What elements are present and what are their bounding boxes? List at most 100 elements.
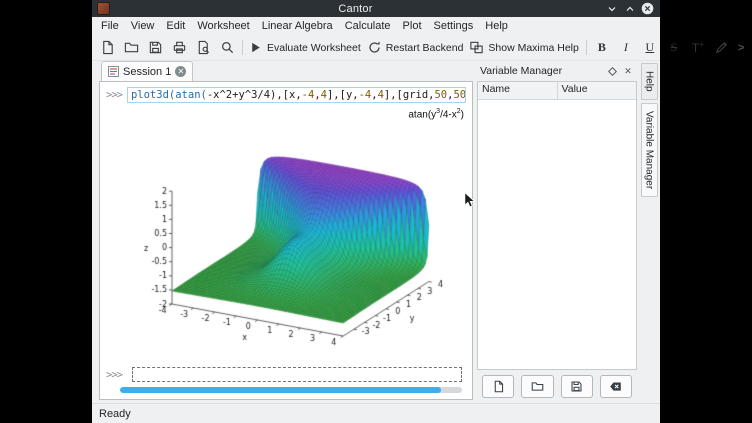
code-token: plot3d( xyxy=(131,89,175,101)
status-bar: Ready xyxy=(92,403,660,423)
code-token: [x, xyxy=(283,89,302,101)
strikethrough-icon: S xyxy=(665,40,682,55)
tab-help[interactable]: Help xyxy=(641,63,658,100)
bold-button[interactable]: B xyxy=(590,37,614,58)
plot-title: atan(y3/4-x2) xyxy=(408,108,464,120)
variable-manager-toolbar xyxy=(477,370,637,403)
menu-linear-algebra[interactable]: Linear Algebra xyxy=(256,19,339,33)
bold-icon: B xyxy=(593,40,610,55)
code-line[interactable]: plot3d(atan(-x^2+y^3/4),[x,-4,4],[y,-4,4… xyxy=(127,87,466,103)
vm-save-button[interactable] xyxy=(561,375,593,398)
plot-area: atan(y3/4-x2) xyxy=(126,106,466,358)
title-bar[interactable]: Cantor xyxy=(92,0,660,17)
new-button[interactable] xyxy=(95,37,119,58)
folder-icon xyxy=(124,40,139,55)
dock-header: Variable Manager ✕ xyxy=(477,61,637,81)
code-token: -x^2+y^3/4), xyxy=(207,89,283,101)
tab-variable-manager[interactable]: Variable Manager xyxy=(641,103,658,197)
code-token: -4 xyxy=(359,89,372,101)
variable-manager-panel: Variable Manager ✕ Name Value xyxy=(477,61,637,403)
superscript-button[interactable]: T+ xyxy=(686,37,710,58)
tab-bar: Session 1 ✕ xyxy=(99,61,473,81)
close-button[interactable] xyxy=(640,1,655,16)
show-maxima-help-button[interactable]: Show Maxima Help xyxy=(467,37,582,58)
show-maxima-help-label: Show Maxima Help xyxy=(488,42,580,54)
run-icon xyxy=(248,40,263,55)
code-token: 50 xyxy=(434,89,447,101)
dock-tab-strip: Help Variable Manager xyxy=(639,61,659,403)
zoom-button[interactable] xyxy=(215,37,239,58)
code-token: 50 xyxy=(453,89,466,101)
app-window: Cantor File View Edit Worksheet Linear A… xyxy=(92,0,660,423)
column-name[interactable]: Name xyxy=(478,82,558,99)
text-color-button[interactable] xyxy=(710,37,734,58)
variable-table: Name Value xyxy=(477,81,637,370)
toolbar-separator xyxy=(586,40,587,55)
menu-calculate[interactable]: Calculate xyxy=(339,19,397,33)
vm-clear-button[interactable] xyxy=(600,375,632,398)
surface-plot-canvas[interactable] xyxy=(126,106,466,358)
table-header: Name Value xyxy=(478,82,636,100)
minimize-button[interactable] xyxy=(604,1,619,16)
menu-worksheet[interactable]: Worksheet xyxy=(191,19,255,33)
command-entry[interactable] xyxy=(132,367,462,382)
save-icon xyxy=(570,380,583,393)
menu-edit[interactable]: Edit xyxy=(160,19,191,33)
vm-load-button[interactable] xyxy=(521,375,553,398)
open-button[interactable] xyxy=(119,37,143,58)
document-preview-icon xyxy=(196,40,211,55)
menu-bar: File View Edit Worksheet Linear Algebra … xyxy=(92,17,660,35)
tab-label: Session 1 xyxy=(123,66,171,78)
new-document-icon xyxy=(100,40,115,55)
window-title: Cantor xyxy=(110,3,601,15)
maxima-help-icon xyxy=(469,40,484,55)
dock-title: Variable Manager xyxy=(480,65,602,77)
status-text: Ready xyxy=(99,408,131,420)
main-area: Session 1 ✕ >>> plot3d(atan(-x^2+y^3/4),… xyxy=(92,61,660,403)
save-icon xyxy=(148,40,163,55)
print-button[interactable] xyxy=(167,37,191,58)
strikethrough-button[interactable]: S xyxy=(662,37,686,58)
save-button[interactable] xyxy=(143,37,167,58)
column-value[interactable]: Value xyxy=(558,82,637,99)
underline-button[interactable]: U xyxy=(638,37,662,58)
mouse-cursor xyxy=(464,192,476,208)
underline-icon: U xyxy=(641,40,658,55)
italic-icon: I xyxy=(617,40,634,55)
folder-icon xyxy=(531,380,544,393)
menu-plot[interactable]: Plot xyxy=(397,19,428,33)
session-icon xyxy=(108,66,119,77)
menu-view[interactable]: View xyxy=(125,19,161,33)
evaluate-worksheet-label: Evaluate Worksheet xyxy=(267,42,363,54)
code-token: ],[y, xyxy=(327,89,359,101)
prompt: >>> xyxy=(106,89,122,101)
clear-backspace-icon xyxy=(609,380,622,393)
restart-icon xyxy=(367,40,382,55)
tab-session1[interactable]: Session 1 ✕ xyxy=(101,61,193,81)
variable-table-body[interactable] xyxy=(478,100,636,369)
evaluate-worksheet-button[interactable]: Evaluate Worksheet xyxy=(246,37,365,58)
toolbar-separator xyxy=(242,40,243,55)
tab-close-icon[interactable]: ✕ xyxy=(175,66,186,77)
restart-backend-label: Restart Backend xyxy=(386,42,466,54)
worksheet-panel[interactable]: >>> plot3d(atan(-x^2+y^3/4),[x,-4,4],[y,… xyxy=(99,81,473,400)
menu-settings[interactable]: Settings xyxy=(428,19,480,33)
magnifier-icon xyxy=(220,40,235,55)
print-preview-button[interactable] xyxy=(191,37,215,58)
app-icon xyxy=(97,2,110,15)
restart-backend-button[interactable]: Restart Backend xyxy=(365,37,468,58)
dock-close-icon[interactable]: ✕ xyxy=(622,65,634,77)
italic-button[interactable]: I xyxy=(614,37,638,58)
command-cell: >>> plot3d(atan(-x^2+y^3/4),[x,-4,4],[y,… xyxy=(106,87,466,103)
menu-file[interactable]: File xyxy=(95,19,125,33)
vm-new-button[interactable] xyxy=(482,375,514,398)
float-icon[interactable] xyxy=(606,65,618,77)
progress-bar[interactable] xyxy=(120,387,462,393)
maximize-button[interactable] xyxy=(622,1,637,16)
menu-help[interactable]: Help xyxy=(479,19,514,33)
toolbar-overflow-button[interactable]: > xyxy=(734,42,748,54)
toolbar: Evaluate Worksheet Restart Backend Show … xyxy=(92,35,660,61)
close-icon xyxy=(641,2,654,15)
code-token: -4 xyxy=(302,89,315,101)
code-token: atan( xyxy=(175,89,207,101)
